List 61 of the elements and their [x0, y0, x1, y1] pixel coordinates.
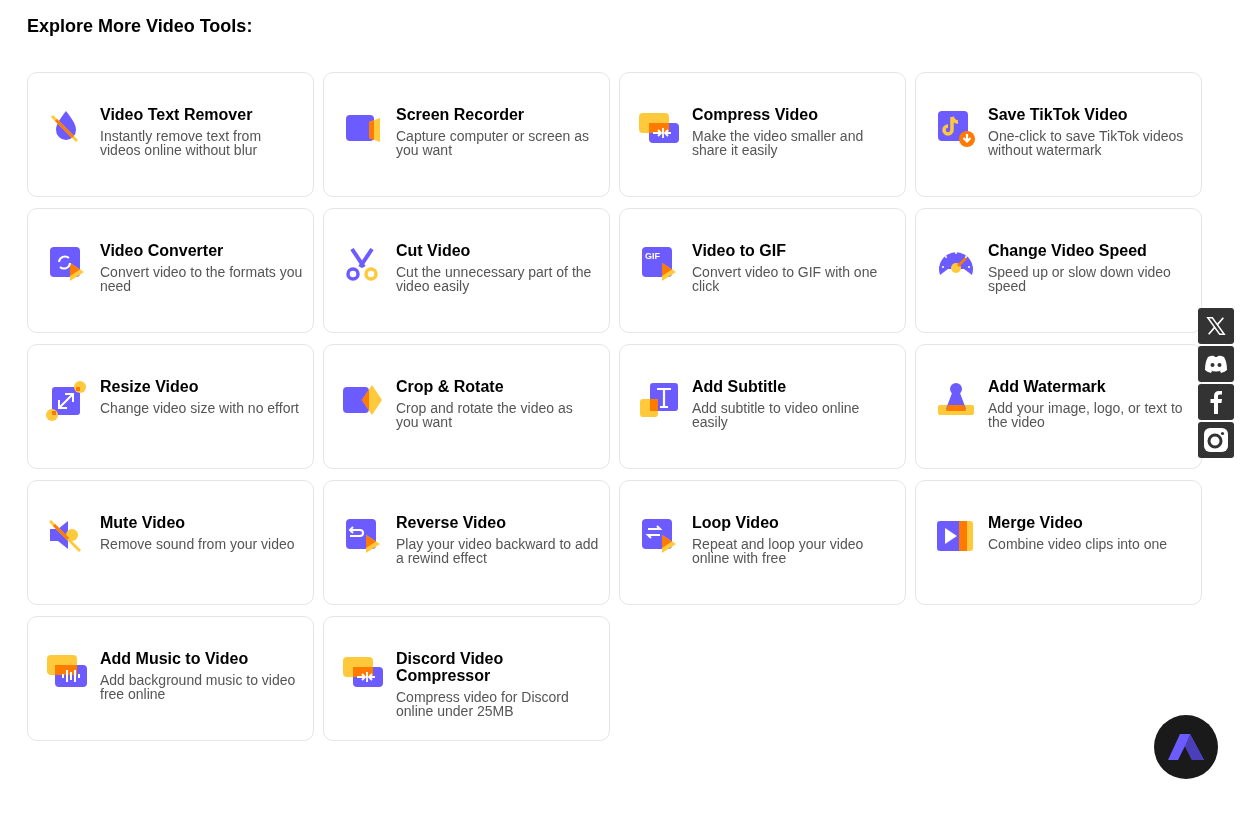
- tool-card[interactable]: GIF Video to GIF Convert video to GIF with one click: [619, 208, 906, 333]
- tool-description: Capture computer or screen as you want: [396, 129, 590, 157]
- tool-description: Speed up or slow down video speed: [988, 265, 1172, 293]
- tool-title: Mute Video: [100, 514, 187, 531]
- tool-title: Video Text Remover: [100, 106, 254, 123]
- tool-title: Loop Video: [692, 514, 780, 531]
- tool-title: Save TikTok Video: [988, 106, 1129, 123]
- tool-card[interactable]: Mute Video Remove sound from your video: [27, 480, 314, 605]
- tool-description: Convert video to GIF with one click: [692, 265, 879, 293]
- tool-title: Reverse Video: [396, 514, 507, 531]
- tool-description: Add your image, logo, or text to the video: [988, 401, 1184, 429]
- tool-title: Compress Video: [692, 106, 819, 123]
- tool-description: Remove sound from your video: [100, 537, 295, 551]
- instagram-logo-icon[interactable]: [1198, 422, 1234, 458]
- tool-title: Add Music to Video: [100, 650, 250, 667]
- tool-title: Resize Video: [100, 378, 200, 395]
- tool-card[interactable]: Screen Recorder Capture computer or screen as you want: [323, 72, 610, 197]
- tool-title: Merge Video: [988, 514, 1084, 531]
- tool-description: Repeat and loop your video online with free: [692, 537, 865, 565]
- facebook-logo-icon[interactable]: [1198, 384, 1234, 420]
- tool-card[interactable]: Resize Video Change video size with no effort: [27, 344, 314, 469]
- tool-title: Add Watermark: [988, 378, 1107, 395]
- tool-card[interactable]: Save TikTok Video One-click to save TikTok videos without watermark: [915, 72, 1202, 197]
- tool-card[interactable]: Video Text Remover Instantly remove text from videos online without blur: [27, 72, 314, 197]
- tool-title: Add Subtitle: [692, 378, 788, 395]
- tool-card[interactable]: Change Video Speed Speed up or slow down video speed: [915, 208, 1202, 333]
- tool-card[interactable]: Cut Video Cut the unnecessary part of the video easily: [323, 208, 610, 333]
- tool-card[interactable]: Add Watermark Add your image, logo, or text to the video: [915, 344, 1202, 469]
- tool-description: Add background music to video free online: [100, 673, 297, 701]
- tool-card[interactable]: Discord Video Compressor Compress video for Discord online under 25MB: [323, 616, 610, 741]
- tool-description: Crop and rotate the video as you want: [396, 401, 574, 429]
- tool-description: Instantly remove text from videos online without blur: [100, 129, 263, 157]
- tool-description: Add subtitle to video online easily: [692, 401, 861, 429]
- tool-title: Crop & Rotate: [396, 378, 505, 395]
- tool-description: Cut the unnecessary part of the video easily: [396, 265, 593, 293]
- tool-description: Convert video to the formats you need: [100, 265, 303, 293]
- tool-card[interactable]: Video Converter Convert video to the formats you need: [27, 208, 314, 333]
- tool-card[interactable]: Add Subtitle Add subtitle to video online easily: [619, 344, 906, 469]
- x-logo-icon[interactable]: [1198, 308, 1234, 344]
- tool-description: Play your video backward to add a rewind effect: [396, 537, 599, 565]
- tool-description: Make the video smaller and share it easily: [692, 129, 865, 157]
- tool-card[interactable]: Reverse Video Play your video backward to add a rewind effect: [323, 480, 610, 605]
- discord-logo-icon[interactable]: [1198, 346, 1234, 382]
- tool-card[interactable]: Crop & Rotate Crop and rotate the video as you want: [323, 344, 610, 469]
- tool-card[interactable]: Compress Video Make the video smaller and share it easily: [619, 72, 906, 197]
- tool-title: Cut Video: [396, 242, 472, 259]
- tool-description: Combine video clips into one: [988, 537, 1167, 551]
- tool-card[interactable]: Merge Video Combine video clips into one: [915, 480, 1202, 605]
- tool-title: Screen Recorder: [396, 106, 526, 123]
- tool-card[interactable]: Add Music to Video Add background music to video free online: [27, 616, 314, 741]
- tool-description: Compress video for Discord online under 25MB: [396, 690, 570, 718]
- logo-icon: [1168, 734, 1204, 760]
- tool-description: Change video size with no effort: [100, 401, 299, 415]
- tool-card[interactable]: Loop Video Repeat and loop your video online with free: [619, 480, 906, 605]
- tool-description: One-click to save TikTok videos without watermark: [988, 129, 1185, 157]
- section-heading: Explore More Video Tools:: [27, 15, 253, 38]
- tool-title: Video Converter: [100, 242, 225, 259]
- tool-title: Change Video Speed: [988, 242, 1148, 259]
- tool-title: Video to GIF: [692, 242, 787, 259]
- tool-icon: [46, 379, 88, 421]
- tool-title: Discord Video Compressor: [396, 650, 505, 684]
